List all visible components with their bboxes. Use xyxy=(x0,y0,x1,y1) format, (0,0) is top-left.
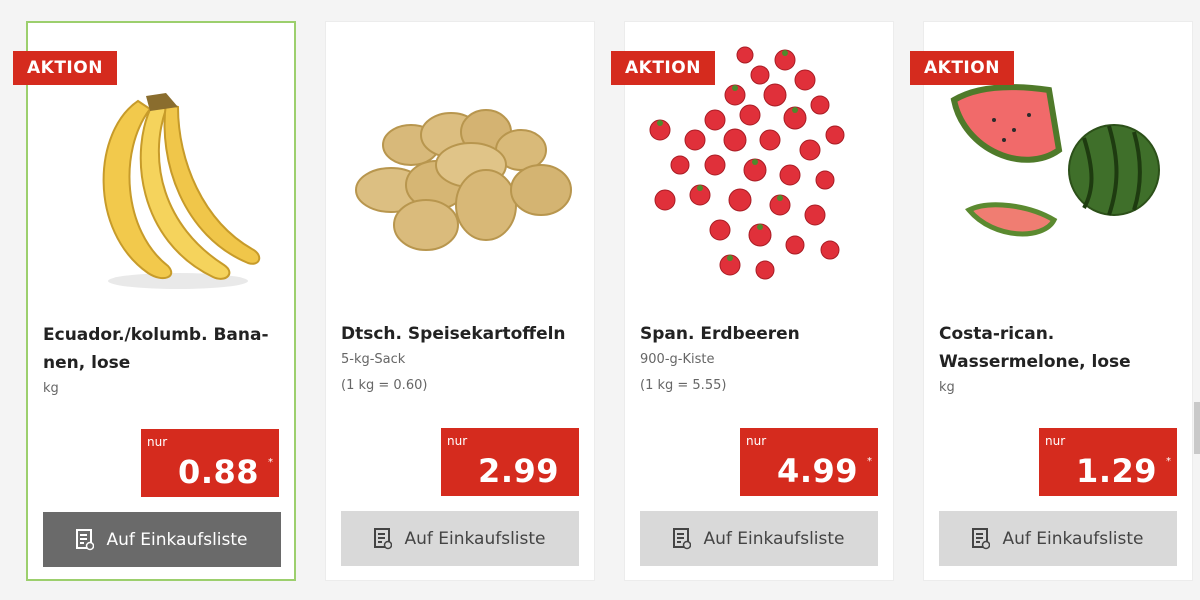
product-title[interactable]: Span. Erdbeeren xyxy=(640,320,885,348)
potatoes-image xyxy=(355,109,572,251)
product-title[interactable]: Costa-rican. Wassermelone, lose xyxy=(939,320,1184,376)
price-tag: nur 1.29 * xyxy=(1039,428,1177,496)
product-unit: kg xyxy=(939,380,955,395)
price-prefix: nur xyxy=(447,434,468,448)
product-card-potatoes[interactable]: Dtsch. Speisekartoffeln 5-kg-Sack (1 kg … xyxy=(325,21,595,581)
price-tag: nur 4.99 * xyxy=(740,428,878,496)
button-label: Auf Einkaufsliste xyxy=(703,528,845,549)
price-value: 0.88 xyxy=(178,453,259,491)
shopping-list-icon xyxy=(76,528,95,550)
aktion-badge: AKTION xyxy=(910,51,1014,85)
product-card-strawberries[interactable]: AKTION Span. Erdbeeren 900-g-Kiste (1 kg… xyxy=(611,21,894,581)
shopping-list-icon xyxy=(972,527,991,549)
product-card-watermelon[interactable]: AKTION Costa-rican. Wassermelone, lose k… xyxy=(910,21,1193,581)
product-unit: 900-g-Kiste xyxy=(640,352,715,367)
product-grid: AKTION Ecuador./kolumb. Bana-nen, lose k… xyxy=(0,0,1200,600)
price-prefix: nur xyxy=(746,434,767,448)
price-value: 1.29 xyxy=(1076,452,1157,490)
price-footnote-marker: * xyxy=(268,457,273,468)
price-tag: nur 2.99 xyxy=(441,428,579,496)
aktion-badge: AKTION xyxy=(13,51,117,85)
product-unit: kg xyxy=(43,381,59,396)
price-value: 4.99 xyxy=(777,452,858,490)
product-unit: 5-kg-Sack xyxy=(341,352,406,367)
add-to-shopping-list-button[interactable]: Auf Einkaufsliste xyxy=(640,511,878,566)
add-to-shopping-list-button[interactable]: Auf Einkaufsliste xyxy=(939,511,1177,566)
product-title[interactable]: Dtsch. Speisekartoffeln xyxy=(341,320,586,348)
price-prefix: nur xyxy=(147,435,168,449)
button-label: Auf Einkaufsliste xyxy=(106,529,248,550)
price-value: 2.99 xyxy=(478,452,559,490)
scrollbar-thumb[interactable] xyxy=(1194,402,1200,454)
add-to-shopping-list-button[interactable]: Auf Einkaufsliste xyxy=(43,512,281,567)
product-base-price: (1 kg = 5.55) xyxy=(640,378,727,393)
product-title[interactable]: Ecuador./kolumb. Bana-nen, lose xyxy=(43,321,288,377)
price-footnote-marker: * xyxy=(867,456,872,467)
product-card-bananas[interactable]: AKTION Ecuador./kolumb. Bana-nen, lose k… xyxy=(13,21,296,581)
price-footnote-marker: * xyxy=(1166,456,1171,467)
price-prefix: nur xyxy=(1045,434,1066,448)
shopping-list-icon xyxy=(374,527,393,549)
button-label: Auf Einkaufsliste xyxy=(1002,528,1144,549)
product-base-price: (1 kg = 0.60) xyxy=(341,378,428,393)
button-label: Auf Einkaufsliste xyxy=(404,528,546,549)
shopping-list-icon xyxy=(673,527,692,549)
product-image-potatoes[interactable] xyxy=(336,40,586,290)
price-tag: nur 0.88 * xyxy=(141,429,279,497)
add-to-shopping-list-button[interactable]: Auf Einkaufsliste xyxy=(341,511,579,566)
aktion-badge: AKTION xyxy=(611,51,715,85)
